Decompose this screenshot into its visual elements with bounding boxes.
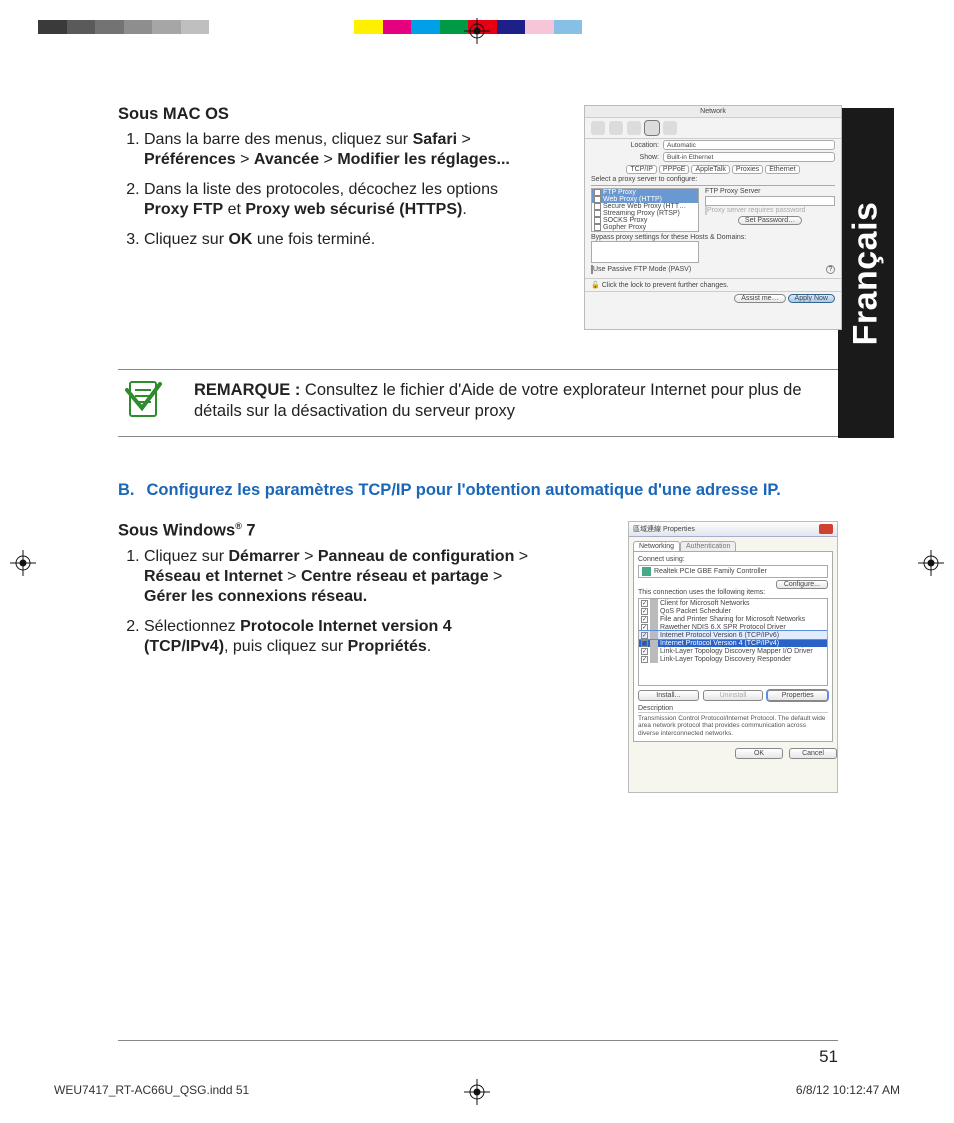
- tab-networking[interactable]: Networking: [633, 541, 680, 551]
- section-win7: Sous Windows® 7 Cliquez sur Démarrer > P…: [118, 521, 838, 801]
- window-title: Network: [585, 106, 841, 118]
- proxy-label: Select a proxy server to configure:: [585, 176, 841, 183]
- assist-button[interactable]: Assist me…: [734, 294, 785, 303]
- registration-mark-icon: [464, 18, 490, 44]
- set-password-button[interactable]: Set Password…: [738, 216, 802, 225]
- language-tab-label: Français: [847, 201, 886, 345]
- toolbar: [585, 118, 841, 139]
- remark-note: REMARQUE : Consultez le fichier d'Aide d…: [118, 369, 838, 437]
- toolbar-icon: [609, 121, 623, 135]
- toolbar-icon: [627, 121, 641, 135]
- section-b-heading: B. Configurez les paramètres TCP/IP pour…: [118, 481, 838, 501]
- tab-authentication[interactable]: Authentication: [680, 541, 736, 551]
- registration-mark-icon: [10, 550, 36, 576]
- configure-button[interactable]: Configure...: [776, 580, 828, 589]
- remark-label: REMARQUE :: [194, 381, 300, 399]
- apply-now-button[interactable]: Apply Now: [788, 294, 835, 303]
- page-number: 51: [118, 1041, 838, 1067]
- properties-button[interactable]: Properties: [767, 690, 828, 701]
- tab[interactable]: Ethernet: [765, 165, 799, 174]
- list-item: Cliquez sur OK une fois terminé.: [144, 230, 538, 250]
- show-select[interactable]: Built-in Ethernet: [663, 152, 835, 162]
- section-macos: Sous MAC OS Dans la barre des menus, cli…: [118, 105, 838, 335]
- toolbar-icon: [645, 121, 659, 135]
- proxy-server-input[interactable]: [705, 196, 835, 206]
- cancel-button[interactable]: Cancel: [789, 748, 837, 759]
- location-select[interactable]: Automatic: [663, 140, 835, 150]
- list-item: Dans la barre des menus, cliquez sur Saf…: [144, 130, 538, 170]
- close-icon[interactable]: [819, 524, 833, 534]
- bypass-label: Bypass proxy settings for these Hosts & …: [591, 234, 835, 241]
- list-item: Sélectionnez Protocole Internet version …: [144, 617, 538, 657]
- note-icon: [124, 378, 166, 420]
- page-content: Sous MAC OS Dans la barre des menus, cli…: [118, 105, 838, 801]
- print-colorbar: [38, 20, 582, 34]
- items-label: This connection uses the following items…: [638, 589, 828, 596]
- toolbar-icon: [663, 121, 677, 135]
- macos-steps: Dans la barre des menus, cliquez sur Saf…: [118, 130, 538, 250]
- help-icon[interactable]: ?: [826, 265, 835, 274]
- description-text: Transmission Control Protocol/Internet P…: [638, 712, 828, 737]
- win7-steps: Cliquez sur Démarrer > Panneau de config…: [118, 547, 538, 657]
- page-footer: 51: [118, 1040, 838, 1067]
- adapter-field: Realtek PCIe GBE Family Controller: [638, 565, 828, 578]
- lock-icon[interactable]: 🔓: [591, 281, 600, 289]
- items-listbox[interactable]: Client for Microsoft Networks QoS Packet…: [638, 598, 828, 686]
- bypass-input[interactable]: [591, 241, 699, 263]
- list-item: Dans la liste des protocoles, décochez l…: [144, 180, 538, 220]
- proxy-list[interactable]: FTP Proxy Web Proxy (HTTP) Secure Web Pr…: [591, 188, 699, 232]
- tab-bar: TCP/IP PPPoE AppleTalk Proxies Ethernet: [585, 165, 841, 174]
- tab[interactable]: Proxies: [732, 165, 763, 174]
- ok-button[interactable]: OK: [735, 748, 783, 759]
- tab[interactable]: AppleTalk: [691, 165, 729, 174]
- description-label: Description: [638, 705, 828, 712]
- tab[interactable]: TCP/IP: [626, 165, 657, 174]
- language-tab: Français: [838, 108, 894, 438]
- uninstall-button[interactable]: Uninstall: [703, 690, 764, 701]
- window-title: 區域連線 Properties: [633, 524, 695, 534]
- print-date: 6/8/12 10:12:47 AM: [796, 1083, 900, 1097]
- screenshot-macos-network: Network Location:Automatic Show:Built-in…: [584, 105, 842, 330]
- proxy-server-label: FTP Proxy Server: [705, 188, 835, 195]
- print-file: WEU7417_RT-AC66U_QSG.indd 51: [54, 1083, 249, 1097]
- install-button[interactable]: Install...: [638, 690, 699, 701]
- screenshot-win7-properties: 區域連線 Properties Networking Authenticatio…: [628, 521, 838, 793]
- nic-icon: [642, 567, 651, 576]
- connect-using-label: Connect using:: [638, 556, 828, 563]
- list-item: Cliquez sur Démarrer > Panneau de config…: [144, 547, 538, 607]
- registration-mark-icon: [918, 550, 944, 576]
- tab[interactable]: PPPoE: [659, 165, 690, 174]
- print-slug: WEU7417_RT-AC66U_QSG.indd 51 6/8/12 10:1…: [54, 1083, 900, 1097]
- toolbar-icon: [591, 121, 605, 135]
